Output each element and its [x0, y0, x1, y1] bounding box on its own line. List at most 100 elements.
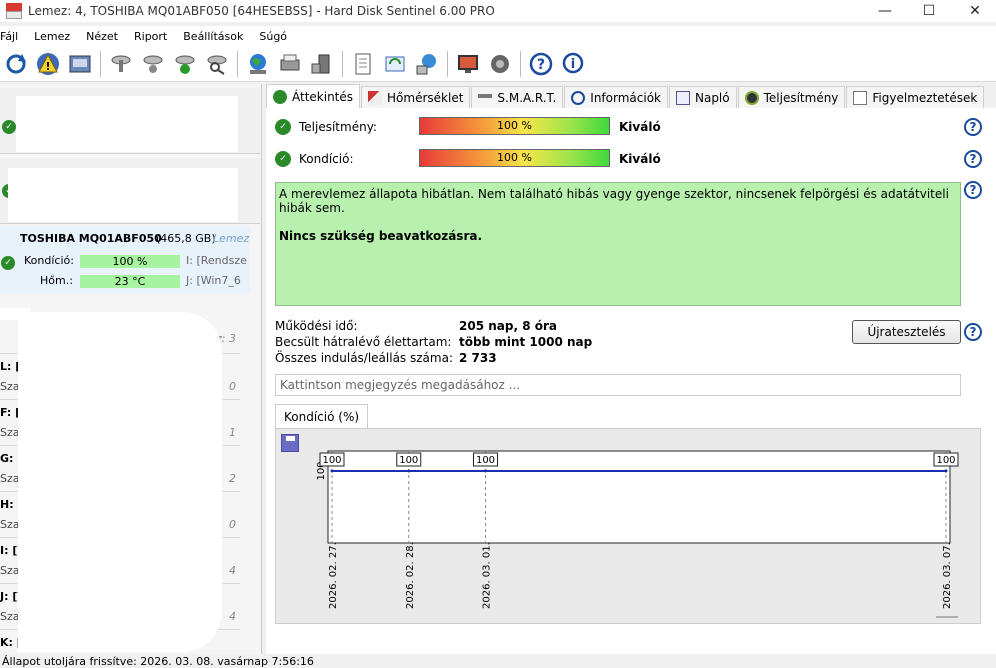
condition-bar: 100 %	[80, 255, 180, 268]
start-stop-value: 2 733	[459, 351, 497, 365]
help-icon[interactable]: ?	[964, 181, 982, 199]
svg-text:?: ?	[537, 57, 545, 73]
menu-help[interactable]: Súgó	[259, 30, 293, 43]
condition-rating: Kiváló	[619, 152, 661, 166]
temperature-bar: 23 °C	[80, 275, 180, 288]
sync-icon[interactable]	[381, 50, 409, 78]
partition-label[interactable]: J: [Win7_6	[186, 274, 241, 287]
status-text: A merevlemez állapota hibátlan. Nem talá…	[279, 187, 949, 215]
tab-smart[interactable]: S.M.A.R.T.	[471, 86, 564, 108]
check-icon	[273, 89, 287, 104]
disk-item[interactable]: ✓	[0, 88, 260, 154]
performance-label: Teljesítmény:	[299, 120, 377, 134]
status-ok-icon: ✓	[1, 256, 15, 270]
tab-overview[interactable]: Áttekintés	[266, 84, 361, 108]
partition-label[interactable]: I: [Rendsze	[186, 254, 247, 267]
menu-bar: Fájl Lemez Nézet Riport Beállítások Súgó	[0, 26, 996, 46]
tab-log[interactable]: Napló	[668, 86, 737, 108]
maximize-button[interactable]: ☐	[906, 0, 952, 22]
tab-performance[interactable]: Teljesítmény	[737, 86, 846, 108]
data-point	[330, 469, 334, 473]
svg-text:!: !	[45, 60, 50, 73]
warning-doc-icon	[853, 90, 868, 105]
help-icon[interactable]: ?	[964, 150, 982, 168]
menu-file[interactable]: Fájl	[0, 30, 24, 43]
speaker-icon[interactable]	[486, 50, 514, 78]
smart-icon	[478, 93, 493, 102]
note-input[interactable]: Kattintson megjegyzés megadásához ...	[275, 374, 961, 396]
help-icon[interactable]: ?	[964, 323, 982, 341]
performance-ok-icon: ✓	[275, 119, 291, 135]
help-icon[interactable]: ?	[964, 118, 982, 136]
data-label: 100	[936, 455, 955, 466]
toolbar: ! ? i	[0, 46, 996, 82]
selected-disk-item[interactable]: TOSHIBA MQ01ABF050 (465,8 GB) Lemez ✓ Ko…	[0, 226, 250, 294]
refresh-icon[interactable]	[2, 50, 30, 78]
condition-ok-icon: ✓	[275, 151, 291, 167]
performance-icon	[744, 90, 759, 105]
temperature-label: Hőm.:	[40, 274, 73, 287]
disk-number: Lemez	[213, 232, 250, 245]
disk-search-icon[interactable]	[203, 50, 231, 78]
status-advice: Nincs szükség beavatkozásra.	[279, 229, 483, 243]
menu-report[interactable]: Riport	[134, 30, 173, 43]
menu-view[interactable]: Nézet	[86, 30, 124, 43]
help-icon[interactable]: ?	[527, 50, 555, 78]
app-icon	[6, 3, 22, 19]
disk-icon[interactable]	[66, 50, 94, 78]
plot-area	[327, 450, 951, 544]
uptime-value: 205 nap, 8 óra	[459, 319, 557, 333]
start-stop-label: Összes indulás/leállás száma:	[275, 351, 453, 365]
menu-settings[interactable]: Beállítások	[183, 30, 249, 43]
condition-chart: 100 100 2026. 02. 27. 100 2026. 02. 28. 100 20…	[275, 428, 981, 624]
retest-button[interactable]: Újratesztelés	[852, 320, 961, 344]
x-tick-label: 2026. 03. 07.	[942, 542, 953, 609]
printer-icon[interactable]	[276, 50, 304, 78]
globe-icon[interactable]	[244, 50, 272, 78]
alert-icon[interactable]: !	[34, 50, 62, 78]
status-ok-icon: ✓	[2, 120, 16, 134]
data-point	[484, 469, 487, 473]
data-point	[944, 469, 948, 473]
title-bar: Lemez: 4, TOSHIBA MQ01ABF050 [64HESEBSS]…	[0, 0, 996, 22]
tab-information[interactable]: Információk	[564, 86, 668, 108]
data-label: 100	[399, 455, 418, 466]
data-label: 100	[476, 455, 495, 466]
data-point	[407, 469, 411, 473]
status-bar: Állapot utoljára frissítve: 2026. 03. 08…	[0, 656, 996, 668]
disk-tool-icon[interactable]	[107, 50, 135, 78]
x-tick-label: 2026. 03. 01.	[482, 542, 493, 609]
tab-alerts[interactable]: Figyelmeztetések	[846, 86, 985, 108]
uptime-label: Működési idő:	[275, 319, 358, 333]
lifetime-value: több mint 1000 nap	[459, 335, 593, 349]
disk-name: TOSHIBA MQ01ABF050	[20, 232, 162, 245]
tab-bar: Áttekintés Hőmérséklet S.M.A.R.T. Inform…	[266, 84, 996, 108]
document-icon[interactable]	[349, 50, 377, 78]
log-icon	[675, 90, 690, 105]
performance-bar: 100 %	[419, 117, 610, 135]
info-icon[interactable]: i	[559, 50, 587, 78]
tab-temperature[interactable]: Hőmérséklet	[361, 86, 471, 108]
x-tick-label: 2026. 02. 27.	[328, 542, 339, 609]
disk-scan-icon[interactable]	[139, 50, 167, 78]
network-icon[interactable]	[413, 50, 441, 78]
overview-panel: Áttekintés Hőmérséklet S.M.A.R.T. Inform…	[266, 84, 996, 654]
disk-item[interactable]: ✓	[0, 158, 260, 224]
performance-rating: Kiváló	[619, 120, 661, 134]
status-description-box: A merevlemez állapota hibátlan. Nem talá…	[275, 182, 961, 306]
close-button[interactable]: ✕	[952, 0, 996, 22]
menu-disk[interactable]: Lemez	[34, 30, 76, 43]
tab-condition-chart[interactable]: Kondíció (%)	[275, 404, 369, 428]
x-tick-label: 2026. 02. 28.	[405, 542, 416, 609]
save-icon[interactable]	[281, 434, 299, 452]
monitor-icon[interactable]	[454, 50, 482, 78]
server-icon[interactable]	[308, 50, 336, 78]
disk-size: (465,8 GB)	[156, 232, 216, 245]
info-icon	[571, 90, 586, 105]
minimize-button[interactable]: —	[862, 0, 908, 22]
thermometer-icon	[368, 90, 383, 105]
lifetime-label: Becsült hátralévő élettartam:	[275, 335, 452, 349]
disk-list-panel: ✓ ✓ TOSHIBA MQ01ABF050 (465,8 GB) Lemez …	[0, 84, 262, 654]
condition-label: Kondíció:	[299, 152, 354, 166]
disk-ok-icon[interactable]	[171, 50, 199, 78]
